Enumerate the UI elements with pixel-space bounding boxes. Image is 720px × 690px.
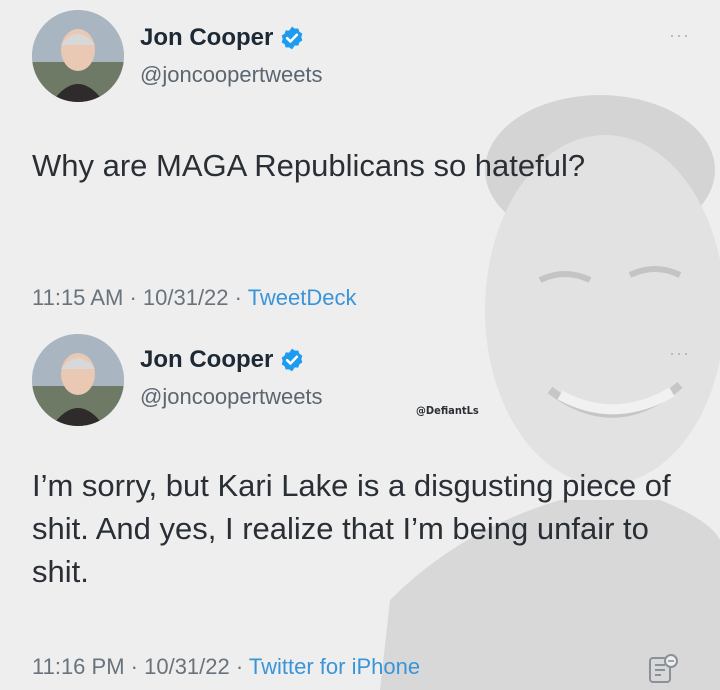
tweet-meta: 11:15 AM · 10/31/22 · TweetDeck [32,285,357,311]
display-name[interactable]: Jon Cooper [140,24,273,52]
notes-icon[interactable] [646,652,680,686]
tweet-meta: 11:16 PM · 10/31/22 · Twitter for iPhone [32,654,420,680]
tweet-text: I’m sorry, but Kari Lake is a disgusting… [32,468,671,589]
tweet-source[interactable]: Twitter for iPhone [249,654,420,679]
tweet-date[interactable]: 10/31/22 [143,285,229,310]
meta-separator: · [124,654,145,679]
more-options-icon[interactable]: ··· [669,26,690,44]
avatar[interactable] [32,334,124,426]
more-options-icon[interactable]: ··· [669,344,690,362]
avatar[interactable] [32,10,124,102]
meta-separator: · [123,285,143,310]
tweet-time[interactable]: 11:15 AM [32,285,123,310]
tweet-text: Why are MAGA Republicans so hateful? [32,148,586,183]
watermark: @DefiantLs [416,404,479,417]
tweet-date[interactable]: 10/31/22 [144,654,230,679]
tweet-card: Jon Cooper @joncoopertweets ··· @Defiant… [0,330,720,690]
verified-badge-icon [282,348,303,372]
meta-separator: · [229,654,249,679]
tweet-card: Jon Cooper @joncoopertweets ··· Why are … [0,0,720,330]
meta-separator: · [228,285,248,310]
user-handle[interactable]: @joncoopertweets [140,384,323,410]
display-name[interactable]: Jon Cooper [140,346,273,374]
tweet-source[interactable]: TweetDeck [248,285,357,310]
verified-badge-icon [282,26,303,50]
tweet-time[interactable]: 11:16 PM [32,654,125,679]
user-handle[interactable]: @joncoopertweets [140,62,323,88]
